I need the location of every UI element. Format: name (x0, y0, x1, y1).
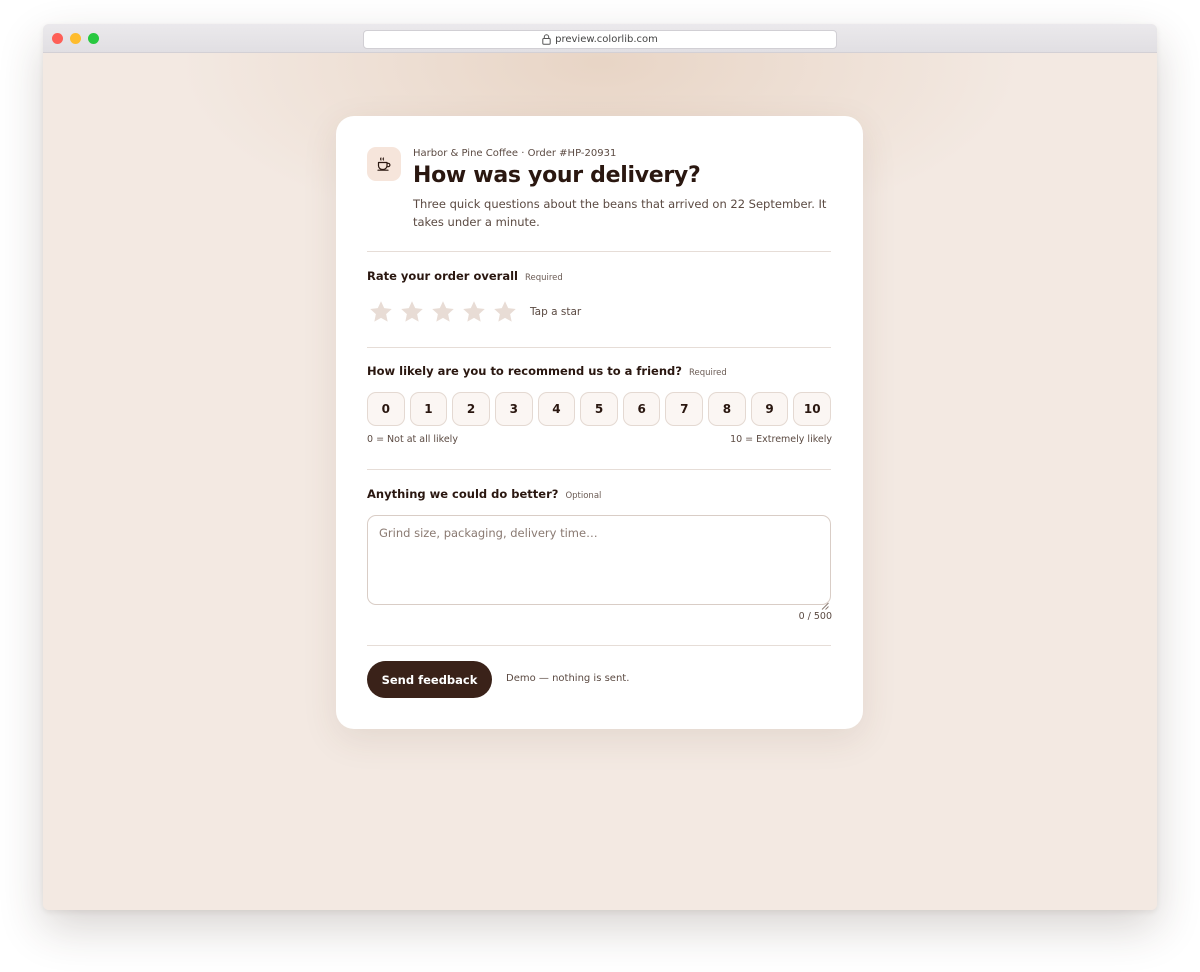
character-counter: 0 / 500 (798, 611, 832, 622)
nps-option-9[interactable]: 9 (750, 392, 789, 426)
nps-option-1[interactable]: 1 (409, 392, 448, 426)
star-2-icon[interactable] (398, 298, 426, 326)
rating-question: Rate your order overall Required (367, 269, 563, 283)
demo-note: Demo — nothing is sent. (506, 673, 630, 684)
nps-low-hint: 0 = Not at all likely (367, 434, 458, 445)
nps-option-0[interactable]: 0 (367, 392, 405, 426)
order-eyebrow: Harbor & Pine Coffee · Order #HP-20931 (413, 148, 617, 159)
browser-toolbar: preview.colorlib.com (43, 24, 1157, 53)
star-rating: Tap a star (367, 298, 581, 326)
section-divider (367, 645, 831, 646)
survey-card: Harbor & Pine Coffee · Order #HP-20931 H… (336, 116, 863, 729)
optional-tag: Optional (565, 491, 602, 501)
resize-grip-icon[interactable] (821, 595, 829, 610)
nps-option-7[interactable]: 7 (665, 392, 704, 426)
star-3-icon[interactable] (429, 298, 457, 326)
nps-option-10[interactable]: 10 (793, 392, 832, 426)
nps-scale: 0 1 2 3 4 5 6 7 8 9 10 (367, 392, 832, 426)
nps-option-8[interactable]: 8 (708, 392, 746, 426)
address-bar[interactable]: preview.colorlib.com (363, 30, 837, 49)
star-4-icon[interactable] (460, 298, 488, 326)
nps-option-3[interactable]: 3 (494, 392, 533, 426)
feedback-question-label: Anything we could do better? (367, 487, 559, 501)
url-text: preview.colorlib.com (555, 34, 658, 45)
close-window-button[interactable] (52, 33, 63, 44)
minimize-window-button[interactable] (70, 33, 81, 44)
section-divider (367, 347, 831, 348)
maximize-window-button[interactable] (88, 33, 99, 44)
survey-description: Three quick questions about the beans th… (413, 197, 827, 229)
feedback-question: Anything we could do better? Optional (367, 487, 601, 501)
nps-option-6[interactable]: 6 (622, 392, 661, 426)
nps-option-2[interactable]: 2 (452, 392, 490, 426)
rating-question-label: Rate your order overall (367, 269, 518, 283)
nps-option-5[interactable]: 5 (580, 392, 618, 426)
section-divider (367, 251, 831, 252)
send-feedback-button[interactable]: Send feedback (367, 661, 492, 698)
required-tag: Required (688, 368, 727, 378)
nps-option-4[interactable]: 4 (537, 392, 576, 426)
page-viewport: Harbor & Pine Coffee · Order #HP-20931 H… (43, 53, 1157, 910)
recommend-question-label: How likely are you to recommend us to a … (367, 364, 682, 378)
star-hint: Tap a star (530, 306, 582, 318)
required-tag: Required (524, 273, 563, 283)
star-5-icon[interactable] (491, 298, 519, 326)
section-divider (367, 469, 831, 470)
coffee-cup-icon (367, 147, 401, 181)
nps-high-hint: 10 = Extremely likely (730, 434, 832, 445)
page-title: How was your delivery? (413, 163, 701, 188)
lock-icon (542, 34, 551, 45)
star-1-icon[interactable] (367, 298, 395, 326)
feedback-textarea[interactable] (367, 515, 831, 605)
browser-window: preview.colorlib.com Harbor & Pine Coffe… (43, 24, 1157, 910)
recommend-question: How likely are you to recommend us to a … (367, 364, 727, 378)
